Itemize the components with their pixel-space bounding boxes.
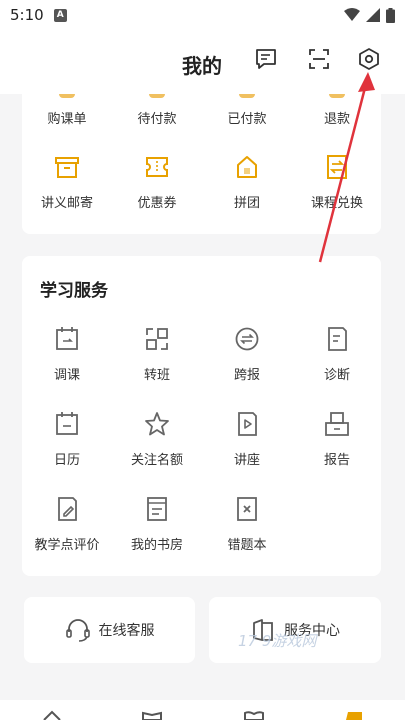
transfer-class-button[interactable]: 转班: [112, 324, 202, 383]
battery-icon: [386, 7, 395, 23]
pending-payment-icon: [112, 94, 202, 104]
paid-icon: [202, 94, 292, 104]
message-button[interactable]: [253, 46, 279, 72]
diagnosis-label: 诊断: [323, 368, 350, 383]
refund-button[interactable]: 退款: [292, 108, 382, 127]
handout-mail-button[interactable]: 讲义邮寄: [22, 152, 112, 211]
paid-button[interactable]: 已付款: [202, 108, 292, 127]
my-library-label: 我的书房: [130, 538, 183, 553]
wifi-icon: [344, 8, 360, 21]
settings-button[interactable]: [356, 46, 382, 72]
page-title: 我的: [182, 54, 222, 78]
home-tab-icon[interactable]: [42, 710, 62, 720]
message-icon: [256, 49, 276, 69]
watermark: 17 9游戏网: [238, 632, 317, 650]
study-services-card: 学习服务 调课 转班 跨报 诊断 日历 关注名额 讲座 报告 教学点评价 我的书…: [22, 256, 381, 576]
teaching-review-label: 教学点评价: [34, 538, 100, 553]
coupon-icon: [142, 152, 172, 182]
profile-tab-icon[interactable]: [344, 710, 364, 720]
page-header: 我的: [0, 30, 405, 94]
transfer-class-label: 转班: [143, 368, 170, 383]
refund-icon: [292, 94, 382, 104]
course-redeem-label: 课程兑换: [310, 196, 363, 211]
star-icon: [142, 409, 172, 439]
swap-circle-icon: [232, 324, 262, 354]
status-time: 5:10: [10, 6, 44, 24]
transfer-icon: [142, 324, 172, 354]
calendar-icon: [52, 409, 82, 439]
reschedule-label: 调课: [53, 368, 80, 383]
box-icon: [52, 152, 82, 182]
report-button[interactable]: 报告: [292, 409, 382, 468]
section-title: 学习服务: [40, 281, 108, 301]
house-icon: [232, 152, 262, 182]
lecture-label: 讲座: [233, 453, 260, 468]
course-redeem-button[interactable]: 课程兑换: [292, 152, 382, 211]
mistake-book-label: 错题本: [227, 538, 267, 553]
report-icon: [322, 409, 352, 439]
orders-card: 购课单 待付款 已付款 退款 讲义邮寄 优惠券 拼团 课程兑换: [22, 94, 381, 234]
lecture-button[interactable]: 讲座: [202, 409, 292, 468]
scan-icon: [309, 49, 329, 69]
scan-button[interactable]: [306, 46, 332, 72]
purchase-list-button[interactable]: 购课单: [22, 108, 112, 127]
calendar-arrow-icon: [52, 324, 82, 354]
calendar-label: 日历: [53, 453, 80, 468]
online-service-label: 在线客服: [98, 623, 155, 639]
group-buy-label: 拼团: [233, 196, 260, 211]
report-label: 报告: [323, 453, 350, 468]
my-library-button[interactable]: 我的书房: [112, 494, 202, 553]
status-bar: 5:10 A: [0, 0, 405, 30]
group-buy-button[interactable]: 拼团: [202, 152, 292, 211]
signal-icon: [366, 8, 380, 22]
book-icon: [142, 494, 172, 524]
coupon-button[interactable]: 优惠券: [112, 152, 202, 211]
reschedule-button[interactable]: 调课: [22, 324, 112, 383]
bottom-nav: [0, 700, 405, 720]
study-tab-icon[interactable]: [244, 710, 264, 720]
mistake-book-icon: [232, 494, 262, 524]
follow-quota-label: 关注名额: [130, 453, 183, 468]
exchange-icon: [322, 152, 352, 182]
coupon-label: 优惠券: [137, 196, 177, 211]
diagnosis-button[interactable]: 诊断: [292, 324, 382, 383]
online-service-button[interactable]: 在线客服: [24, 597, 195, 663]
teaching-review-button[interactable]: 教学点评价: [22, 494, 112, 553]
pending-payment-button[interactable]: 待付款: [112, 108, 202, 127]
play-document-icon: [232, 409, 262, 439]
headset-icon: [65, 619, 90, 642]
calendar-button[interactable]: 日历: [22, 409, 112, 468]
document-icon: [322, 324, 352, 354]
edit-document-icon: [52, 494, 82, 524]
handout-mail-label: 讲义邮寄: [40, 196, 93, 211]
app-notification-icon: A: [53, 8, 67, 22]
course-tab-icon[interactable]: [142, 710, 162, 720]
settings-icon: [359, 48, 379, 70]
cross-register-button[interactable]: 跨报: [202, 324, 292, 383]
purchase-list-icon: [22, 94, 112, 104]
mistake-book-button[interactable]: 错题本: [202, 494, 292, 553]
follow-quota-button[interactable]: 关注名额: [112, 409, 202, 468]
cross-register-label: 跨报: [233, 368, 260, 383]
